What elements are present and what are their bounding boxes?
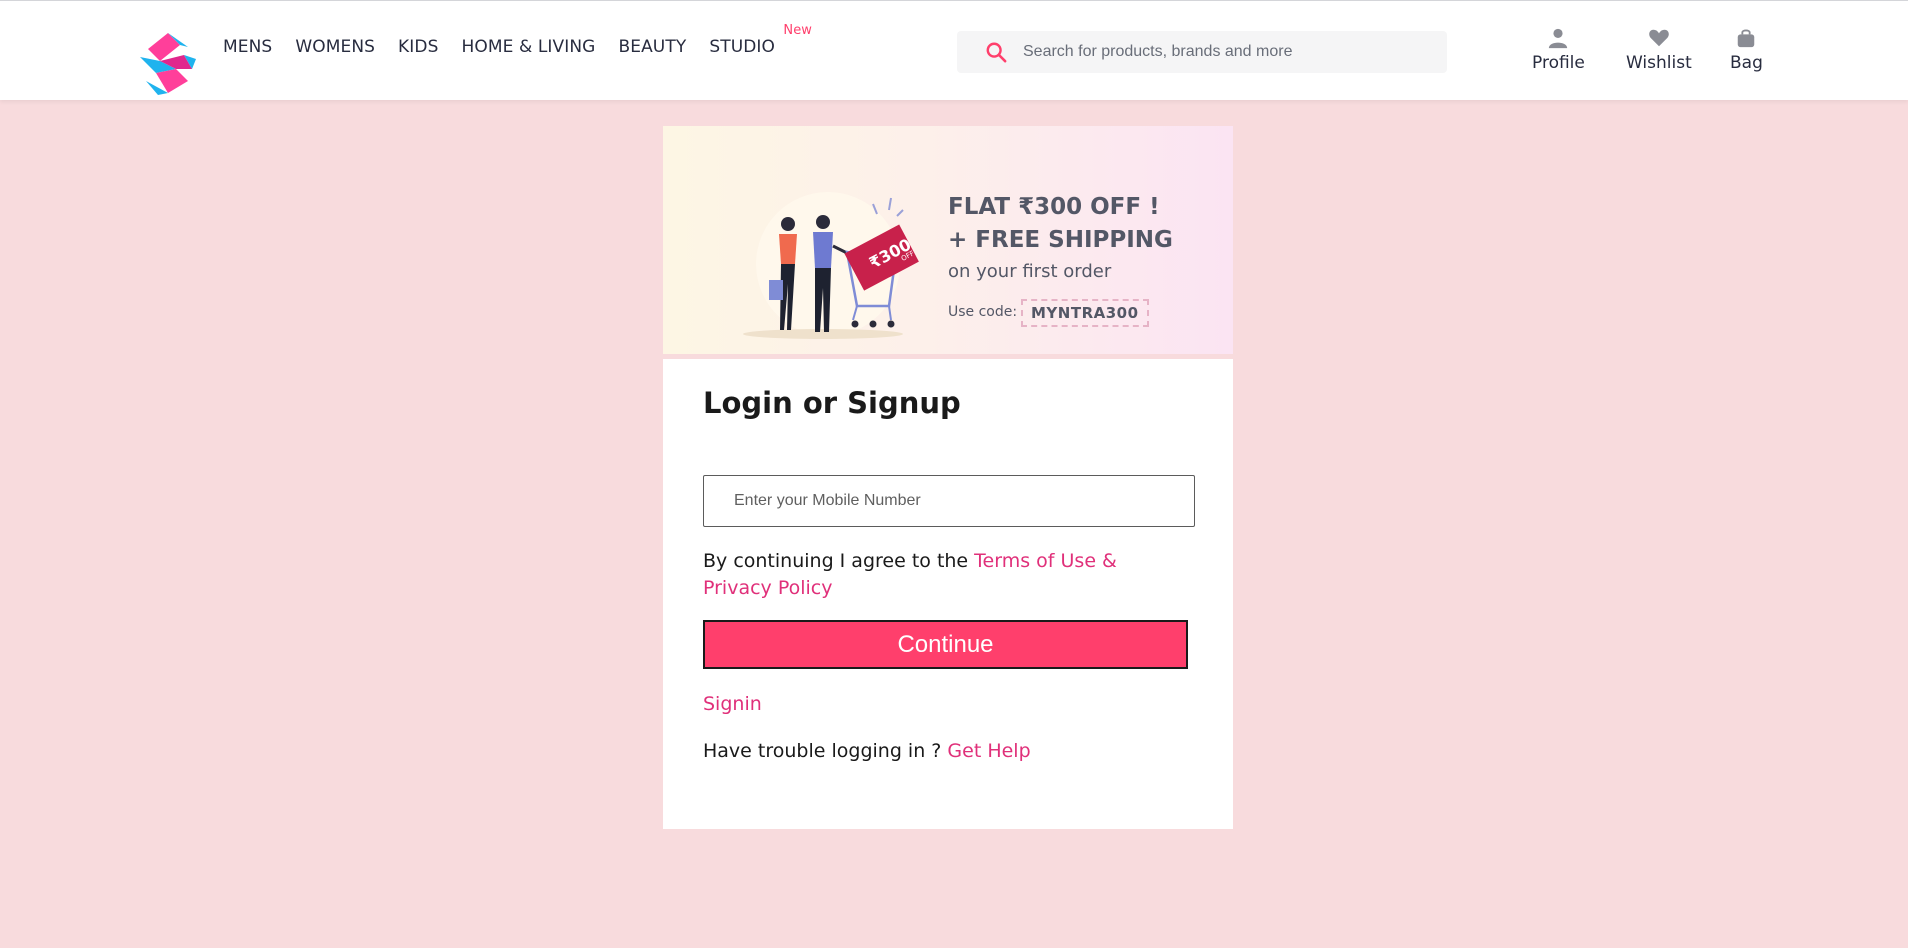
offer-line-2: + FREE SHIPPING xyxy=(948,227,1173,253)
terms-prefix: By continuing I agree to the xyxy=(703,550,975,572)
search-input[interactable] xyxy=(1021,42,1425,62)
login-card: ₹300 OFF FLAT ₹300 OFF ! + FREE SHIPPING… xyxy=(663,126,1233,829)
nav-studio[interactable]: STUDIO New xyxy=(709,23,812,57)
terms-text: By continuing I agree to the Terms of Us… xyxy=(703,548,1183,602)
nav-womens[interactable]: WOMENS xyxy=(295,37,375,57)
user-icon xyxy=(1549,28,1568,49)
main-nav: MENS WOMENS KIDS HOME & LIVING BEAUTY ST… xyxy=(223,23,812,57)
nav-home-living[interactable]: HOME & LIVING xyxy=(462,37,596,57)
nav-kids[interactable]: KIDS xyxy=(398,37,438,57)
search-bar[interactable] xyxy=(957,31,1447,73)
offer-line-1: FLAT ₹300 OFF ! xyxy=(948,194,1160,220)
brand-logo[interactable] xyxy=(138,29,200,97)
new-badge: New xyxy=(783,23,813,38)
profile-label: Profile xyxy=(1532,53,1585,73)
bag-button[interactable]: Bag xyxy=(1730,27,1763,73)
profile-button[interactable]: Profile xyxy=(1532,27,1585,73)
nav-mens[interactable]: MENS xyxy=(223,37,272,57)
shopping-illustration: ₹300 OFF xyxy=(743,192,919,339)
trouble-text: Have trouble logging in ? Get Help xyxy=(703,740,1031,762)
wishlist-button[interactable]: Wishlist xyxy=(1626,27,1692,73)
trouble-prefix: Have trouble logging in ? xyxy=(703,740,948,762)
coupon-code: MYNTRA300 xyxy=(1021,299,1149,327)
coupon-label: Use code: xyxy=(948,304,1018,320)
heart-icon xyxy=(1649,29,1669,47)
search-icon xyxy=(986,42,1007,63)
offer-banner: ₹300 OFF FLAT ₹300 OFF ! + FREE SHIPPING… xyxy=(663,126,1233,359)
mobile-number-input[interactable] xyxy=(703,475,1195,527)
wishlist-label: Wishlist xyxy=(1626,53,1692,73)
offer-line-3: on your first order xyxy=(948,261,1112,282)
bag-label: Bag xyxy=(1730,53,1763,73)
login-title: Login or Signup xyxy=(703,386,961,420)
get-help-link[interactable]: Get Help xyxy=(947,740,1030,762)
nav-beauty[interactable]: BEAUTY xyxy=(618,37,686,57)
signin-link[interactable]: Signin xyxy=(703,693,762,715)
top-header: MENS WOMENS KIDS HOME & LIVING BEAUTY ST… xyxy=(0,0,1908,100)
nav-studio-label: STUDIO xyxy=(709,37,776,57)
continue-button[interactable]: Continue xyxy=(703,620,1188,669)
bag-icon xyxy=(1738,29,1755,48)
